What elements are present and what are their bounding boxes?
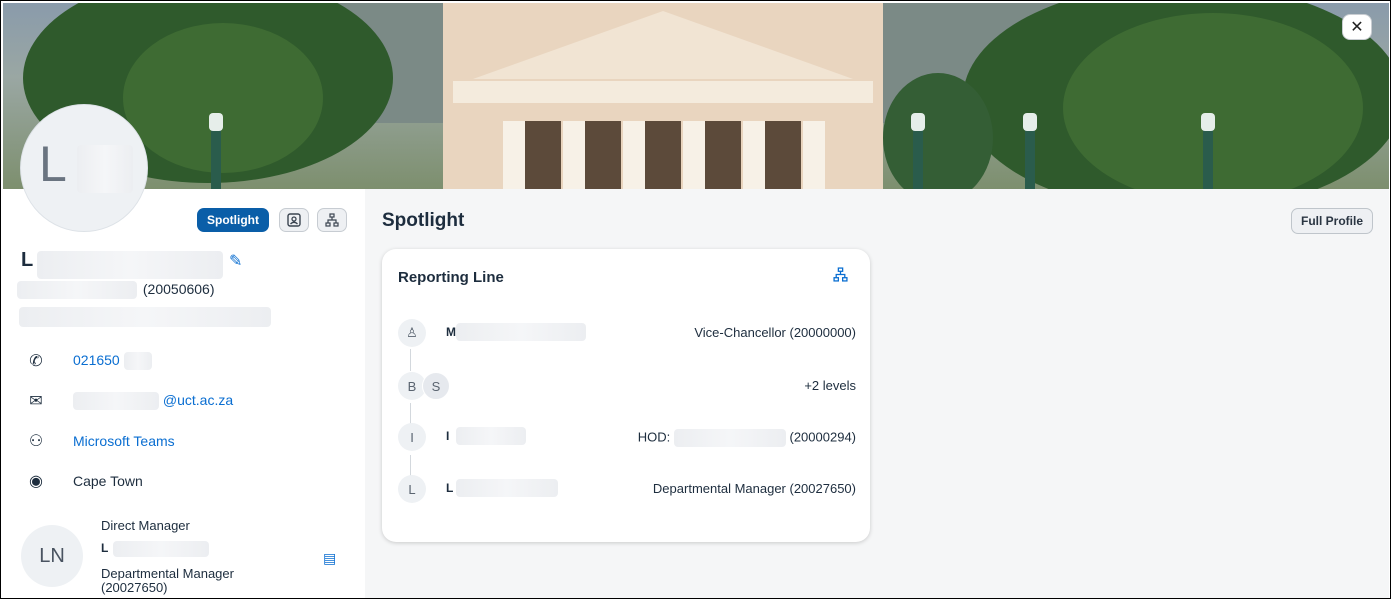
employee-id-row: (20050606) bbox=[17, 281, 215, 300]
teams-row: ⚇ Microsoft Teams bbox=[25, 431, 175, 451]
location-row: ◉ Cape Town bbox=[25, 471, 143, 491]
mail-icon: ✉ bbox=[29, 393, 43, 410]
person-name: L bbox=[446, 479, 558, 497]
spotlight-label: Spotlight bbox=[207, 213, 259, 227]
close-button[interactable]: ✕ bbox=[1342, 14, 1372, 40]
reporting-row[interactable]: I I HOD: (20000294) bbox=[396, 421, 856, 453]
manager-name[interactable]: L bbox=[101, 541, 209, 557]
phone-icon: ✆ bbox=[29, 353, 43, 370]
employee-id: (20050606) bbox=[142, 281, 215, 297]
redacted-text bbox=[456, 427, 526, 445]
connector-line bbox=[410, 349, 411, 371]
full-profile-button[interactable]: Full Profile bbox=[1291, 208, 1373, 234]
manager-name-initial: L bbox=[101, 541, 109, 555]
avatar: S bbox=[422, 372, 450, 400]
contact-card-icon bbox=[287, 213, 301, 227]
manager-role: Departmental Manager (20027650) bbox=[101, 566, 234, 595]
manager-heading: Direct Manager bbox=[101, 518, 190, 533]
avatar-initial: L bbox=[39, 136, 67, 192]
person-name: I bbox=[446, 427, 526, 445]
profile-dialog: ✕ L Spotlight L ✎ (20050606) ✆ 021650 ✉ … bbox=[0, 0, 1391, 599]
manager-contact-card-icon[interactable]: ▤ bbox=[323, 550, 336, 567]
redacted-text bbox=[123, 352, 152, 371]
org-chart-icon[interactable] bbox=[833, 267, 848, 287]
avatar: I bbox=[398, 423, 426, 451]
org-chart-button[interactable] bbox=[317, 208, 347, 232]
org-chart-icon bbox=[325, 213, 339, 227]
redacted-text bbox=[77, 145, 133, 193]
email-link[interactable]: @uct.ac.za bbox=[73, 392, 233, 411]
phone-number[interactable]: 021650 bbox=[73, 352, 120, 368]
spotlight-button[interactable]: Spotlight bbox=[197, 208, 269, 232]
person-role: Departmental Manager (20027650) bbox=[652, 481, 856, 496]
role-id: (20000294) bbox=[789, 429, 857, 445]
redacted-text bbox=[456, 323, 586, 341]
person-role: Vice-Chancellor (20000000) bbox=[694, 325, 856, 340]
manager-initials: LN bbox=[39, 544, 65, 567]
profile-name: L bbox=[21, 249, 223, 279]
teams-icon: ⚇ bbox=[28, 433, 44, 450]
reporting-row-collapsed[interactable]: B S +2 levels bbox=[396, 370, 856, 402]
name-initial: L bbox=[446, 481, 454, 495]
levels-count[interactable]: +2 levels bbox=[804, 378, 856, 393]
reporting-row[interactable]: ♙ M Vice-Chancellor (20000000) bbox=[396, 317, 856, 349]
teams-link[interactable]: Microsoft Teams bbox=[73, 433, 175, 449]
name-initial: L bbox=[21, 249, 34, 271]
phone-link[interactable]: 021650 bbox=[73, 352, 152, 371]
person-name: M bbox=[446, 323, 586, 341]
page-title: Spotlight bbox=[382, 210, 465, 231]
redacted-text bbox=[456, 479, 558, 497]
redacted-text bbox=[19, 307, 271, 327]
contact-card-button[interactable] bbox=[279, 208, 309, 232]
redacted-text bbox=[673, 429, 786, 447]
email-row: ✉ @uct.ac.za bbox=[25, 391, 233, 411]
full-profile-label: Full Profile bbox=[1300, 214, 1363, 228]
location-pin-icon: ◉ bbox=[29, 473, 43, 490]
role-prefix: HOD: bbox=[637, 429, 671, 445]
redacted-text bbox=[113, 541, 209, 557]
profile-avatar: L bbox=[20, 104, 148, 232]
redacted-text bbox=[73, 392, 159, 411]
name-initial: M bbox=[446, 325, 456, 339]
edit-name-icon[interactable]: ✎ bbox=[229, 251, 242, 271]
reporting-line-card: Reporting Line ♙ M Vice-Chancellor (2000… bbox=[382, 249, 870, 542]
phone-row: ✆ 021650 bbox=[25, 351, 152, 371]
person-icon: ♙ bbox=[398, 319, 426, 347]
email-address[interactable]: @uct.ac.za bbox=[163, 392, 233, 408]
close-icon: ✕ bbox=[1350, 19, 1364, 36]
profile-cover-image bbox=[3, 3, 1389, 189]
manager-avatar[interactable]: LN bbox=[21, 525, 83, 587]
avatar: L bbox=[398, 475, 426, 503]
location-text: Cape Town bbox=[73, 473, 143, 489]
person-role: HOD: (20000294) bbox=[638, 429, 856, 447]
redacted-text bbox=[17, 281, 137, 300]
org-chart-icon-svg bbox=[833, 267, 848, 282]
card-title: Reporting Line bbox=[398, 269, 504, 286]
reporting-row[interactable]: L L Departmental Manager (20027650) bbox=[396, 473, 856, 505]
redacted-text bbox=[37, 251, 223, 279]
name-initial: I bbox=[446, 429, 450, 443]
